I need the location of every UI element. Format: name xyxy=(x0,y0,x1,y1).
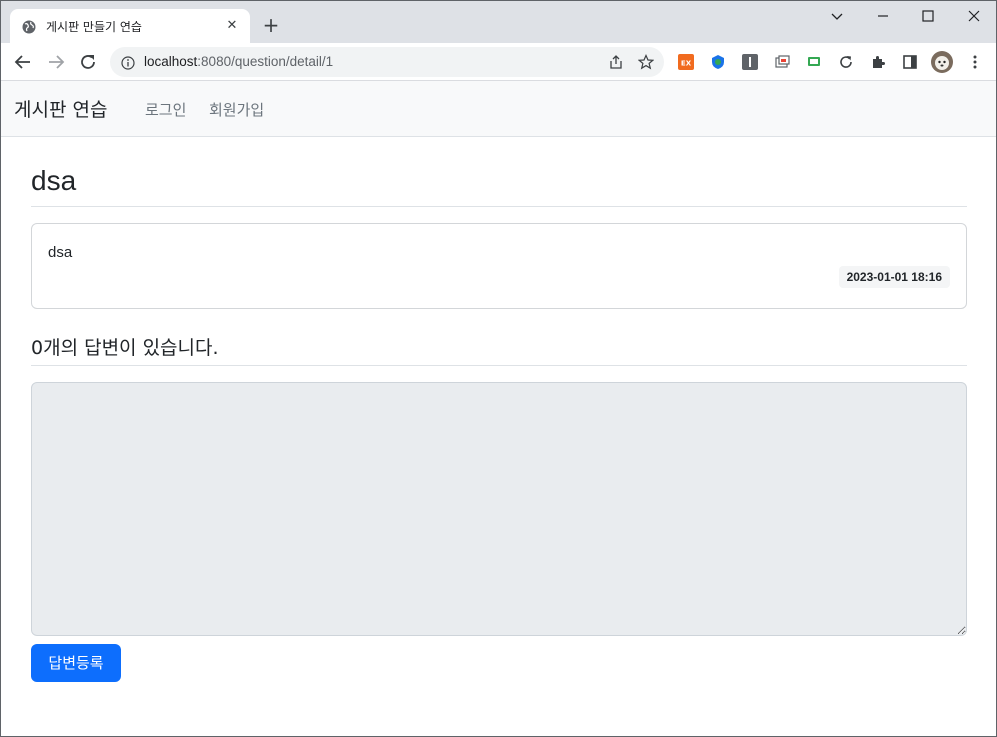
submit-answer-button[interactable]: 답변등록 xyxy=(31,644,121,682)
share-icon[interactable] xyxy=(608,54,624,70)
site-navbar: 게시판 연습 로그인 회원가입 xyxy=(1,81,996,137)
close-icon[interactable]: ✕ xyxy=(224,18,240,34)
question-content: dsa xyxy=(48,244,73,261)
answer-content-textarea[interactable] xyxy=(31,382,967,636)
navbar-brand[interactable]: 게시판 연습 xyxy=(14,95,107,122)
browser-tab[interactable]: 게시판 만들기 연습 ✕ xyxy=(10,9,250,43)
nav-link-signup[interactable]: 회원가입 xyxy=(209,99,264,120)
create-date-badge: 2023-01-01 18:16 xyxy=(838,266,950,288)
url-host: localhost xyxy=(144,54,198,69)
extension-window-icon[interactable] xyxy=(774,54,790,70)
extension-ex-icon[interactable]: EX xyxy=(678,54,694,70)
nav-link-login[interactable]: 로그인 xyxy=(145,99,186,120)
question-subject: dsa xyxy=(31,165,967,207)
maximize-icon[interactable] xyxy=(918,6,938,26)
chevron-down-icon[interactable] xyxy=(827,6,847,26)
side-panel-icon[interactable] xyxy=(902,54,918,70)
svg-text:EX: EX xyxy=(681,60,692,68)
extension-screen-icon[interactable] xyxy=(806,54,822,70)
kebab-menu-icon[interactable] xyxy=(967,54,983,70)
new-tab-button[interactable]: + xyxy=(261,15,281,35)
arrow-left-icon[interactable] xyxy=(12,51,34,73)
close-window-icon[interactable] xyxy=(964,6,984,26)
minimize-icon[interactable] xyxy=(873,6,893,26)
tab-title: 게시판 만들기 연습 xyxy=(46,20,142,34)
arrow-right-icon[interactable] xyxy=(45,51,67,73)
answer-count-heading: 0개의 답변이 있습니다. xyxy=(31,333,967,366)
page-viewport: 게시판 연습 로그인 회원가입 dsa dsa 2023-01-01 18:16… xyxy=(1,81,996,736)
tab-strip: 게시판 만들기 연습 ✕ + xyxy=(1,1,996,43)
puzzle-icon[interactable] xyxy=(870,54,886,70)
question-card: dsa 2023-01-01 18:16 xyxy=(31,223,967,309)
url-path: :8080/question/detail/1 xyxy=(197,54,334,69)
browser-toolbar: localhost:8080/question/detail/1 EX xyxy=(1,43,996,81)
globe-icon xyxy=(22,19,36,34)
extension-shield-icon[interactable] xyxy=(710,54,726,70)
browser-window: 게시판 만들기 연습 ✕ + localhost:8080/question/d… xyxy=(0,0,997,737)
info-icon[interactable] xyxy=(121,55,135,70)
extension-i-icon[interactable] xyxy=(742,54,758,70)
address-bar[interactable]: localhost:8080/question/detail/1 xyxy=(110,47,664,77)
reload-extension-icon[interactable] xyxy=(838,54,854,70)
reload-icon[interactable] xyxy=(77,51,99,73)
star-icon[interactable] xyxy=(637,54,655,70)
url-text: localhost:8080/question/detail/1 xyxy=(144,54,333,69)
avatar[interactable] xyxy=(931,51,953,73)
